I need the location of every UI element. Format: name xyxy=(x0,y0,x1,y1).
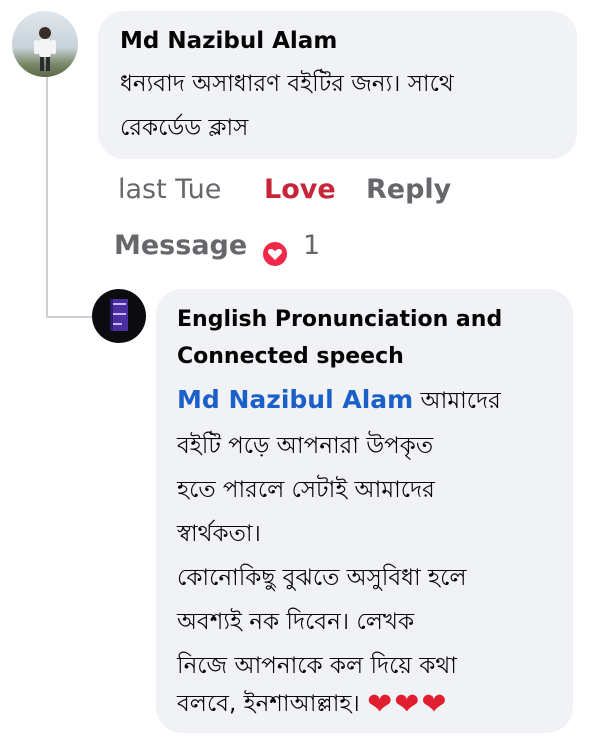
reply-bubble: English Pronunciation and Connected spee… xyxy=(156,289,573,733)
thread-connector-horizontal xyxy=(46,316,92,318)
comment-text-line: ধন্যবাদ অসাধারণ বইটির জন্য। সাথে xyxy=(120,71,454,97)
reply-author-line[interactable]: Connected speech xyxy=(177,344,404,369)
comment-text-line: রেকর্ডেড ক্লাস xyxy=(120,115,249,141)
reply-text-line: হতে পারলে সেটাই আমাদের xyxy=(177,477,435,503)
reply-first-line: Md Nazibul Alam আমাদের xyxy=(177,382,501,421)
reply-text-segment: আমাদের xyxy=(420,388,501,414)
comment-author[interactable]: Md Nazibul Alam xyxy=(120,28,337,54)
mention-link[interactable]: Md Nazibul Alam xyxy=(177,385,413,414)
person-photo-icon xyxy=(34,27,56,71)
message-button[interactable]: Message xyxy=(114,230,247,261)
reply-text-line: বলবে, ইনশাআল্লাহ। ❤❤❤ xyxy=(177,685,448,724)
reply-text-line: স্বার্থকতা। xyxy=(177,521,261,547)
page-avatar[interactable] xyxy=(92,289,146,343)
reply-text-line: অবশ্যই নক দিবেন। লেখক xyxy=(177,609,415,635)
reply-text-line: কোনোকিছু বুঝতে অসুবিধা হলে xyxy=(177,565,467,591)
reply-button[interactable]: Reply xyxy=(366,174,451,205)
reply-author-line[interactable]: English Pronunciation and xyxy=(177,307,502,332)
reaction-count[interactable]: 1 xyxy=(303,230,320,261)
commenter-avatar[interactable] xyxy=(12,11,78,77)
heart-glyph-icon xyxy=(267,249,283,260)
reply-text-segment: বলবে, ইনশাআল্লাহ। xyxy=(177,691,360,717)
thread-connector-vertical xyxy=(46,76,48,316)
heart-icon[interactable] xyxy=(261,240,289,268)
book-cover-icon xyxy=(110,299,128,331)
reply-text-line: বইটি পড়ে আপনারা উপকৃত xyxy=(177,433,434,459)
comment-bubble: Md Nazibul Alam ধন্যবাদ অসাধারণ বইটির জন… xyxy=(98,11,577,159)
reply-text-line: নিজে আপনাকে কল দিয়ে কথা xyxy=(177,653,457,679)
comment-timestamp[interactable]: last Tue xyxy=(118,174,221,205)
heart-emoji-icon: ❤❤❤ xyxy=(367,687,449,722)
love-reaction-button[interactable]: Love xyxy=(264,174,336,205)
